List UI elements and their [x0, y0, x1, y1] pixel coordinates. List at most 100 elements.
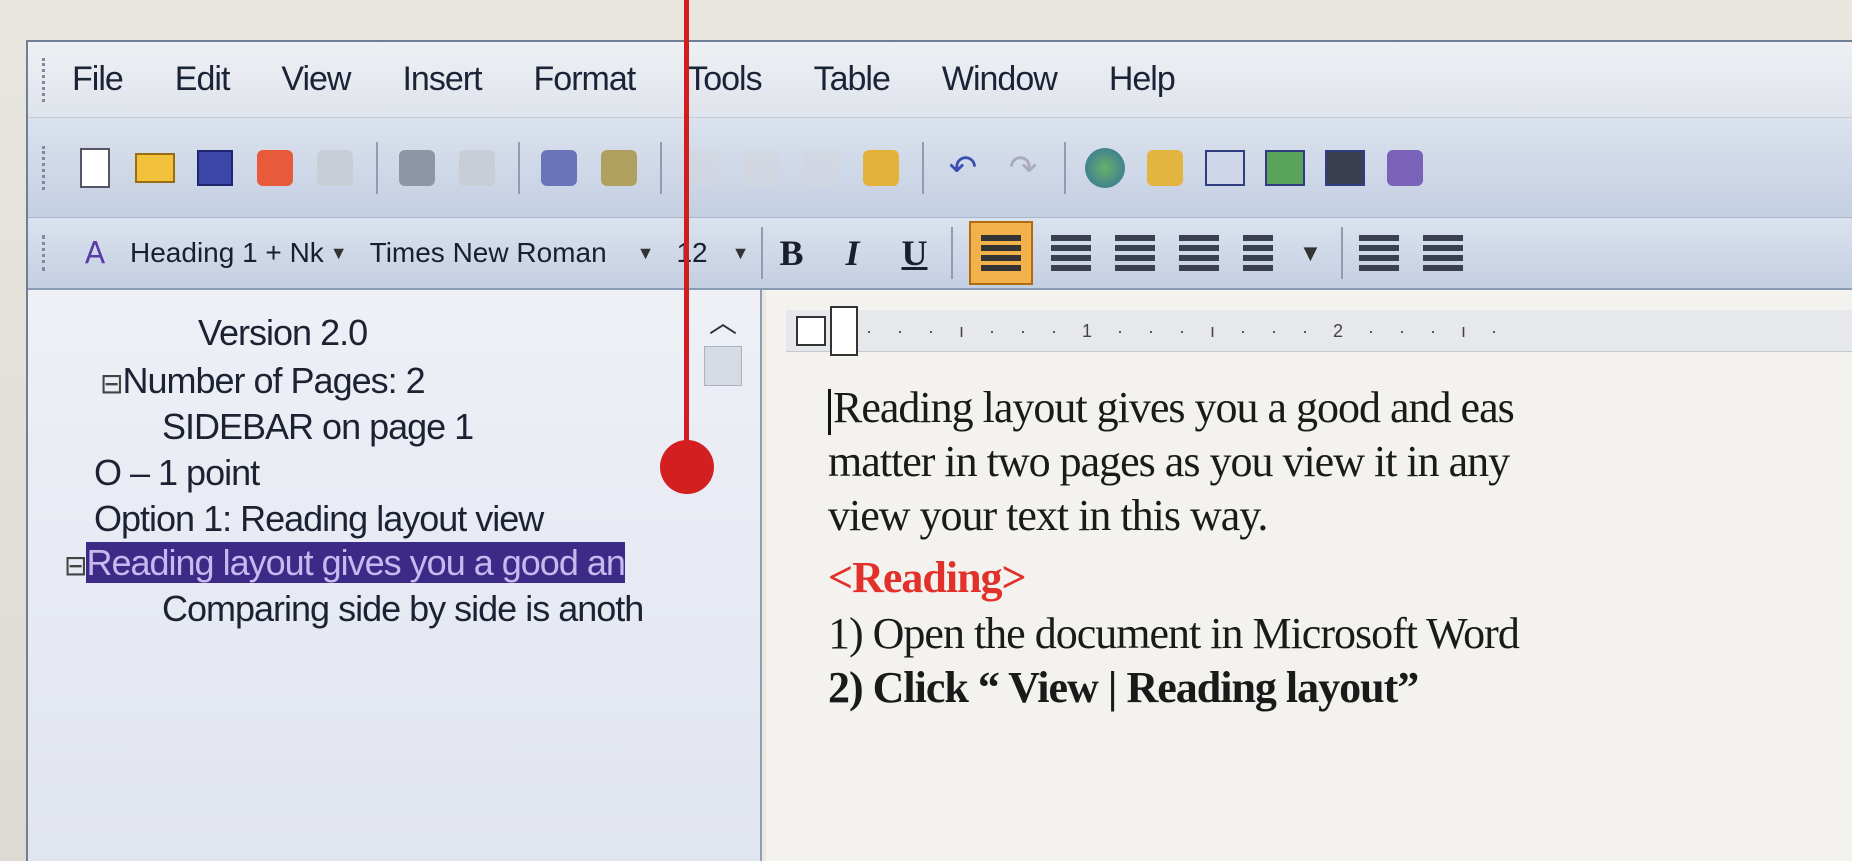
standard-toolbar-grip[interactable]	[42, 145, 48, 190]
chevron-down-icon[interactable]: ▼	[1303, 243, 1317, 264]
menu-window[interactable]: Window	[942, 60, 1058, 99]
paste-icon	[803, 149, 839, 186]
menu-help[interactable]: Help	[1109, 60, 1176, 99]
copy-button[interactable]	[738, 145, 784, 191]
permission-icon	[257, 149, 293, 186]
menu-edit[interactable]: Edit	[175, 60, 231, 99]
copy-icon	[743, 149, 779, 186]
scrollbar-thumb[interactable]	[704, 346, 742, 386]
document-line[interactable]: 2) Click “ View | Reading layout”	[828, 662, 1419, 713]
insert-table-icon	[1205, 149, 1245, 186]
open-folder-icon	[135, 152, 175, 183]
menu-tools[interactable]: Tools	[687, 60, 762, 99]
spelling-icon	[541, 149, 577, 186]
document-line[interactable]: view your text in this way.	[828, 490, 1268, 541]
font-size-value: 12	[676, 237, 708, 268]
justify-button[interactable]	[1179, 235, 1220, 271]
toolbar-separator	[1064, 141, 1066, 194]
document-line[interactable]: matter in two pages as you view it in an…	[828, 436, 1510, 487]
menu-table[interactable]: Table	[814, 60, 891, 99]
callout-pointer-line	[684, 0, 689, 466]
hyperlink-button[interactable]	[1082, 145, 1128, 191]
columns-icon	[1325, 149, 1365, 186]
formatting-toolbar: A Heading 1 + Nk ▼ Times New Roman ▼ 12 …	[28, 218, 1852, 290]
font-dropdown[interactable]: Times New Roman ▼	[362, 229, 663, 277]
undo-button[interactable]: ↶	[940, 145, 986, 191]
research-icon	[601, 149, 637, 186]
drawing-button[interactable]	[1382, 145, 1428, 191]
font-value: Times New Roman	[369, 237, 607, 268]
research-button[interactable]	[596, 145, 642, 191]
italic-button[interactable]: I	[845, 232, 859, 274]
collapse-icon[interactable]: ⊟	[100, 367, 123, 400]
toolbar-grip[interactable]	[42, 57, 48, 102]
text-cursor	[828, 388, 831, 435]
toolbar-separator	[518, 141, 520, 194]
chevron-down-icon: ▼	[636, 242, 655, 263]
reading-tag[interactable]: <Reading>	[828, 552, 1027, 603]
nav-item[interactable]: SIDEBAR on page 1	[162, 406, 474, 448]
line-spacing-button[interactable]	[1243, 235, 1274, 271]
toolbar-separator	[1341, 227, 1344, 279]
align-right-button[interactable]	[1115, 235, 1156, 271]
scroll-up-button[interactable]: ︿	[700, 298, 746, 344]
print-button[interactable]	[394, 145, 440, 191]
formatting-toolbar-grip[interactable]	[42, 235, 48, 271]
format-painter-icon	[863, 149, 899, 186]
tables-borders-button[interactable]	[1142, 145, 1188, 191]
callout-pointer-dot	[660, 440, 714, 494]
new-document-icon	[80, 147, 110, 188]
redo-button[interactable]: ↷	[1000, 145, 1046, 191]
document-line[interactable]: Reading layout gives you a good and eas	[828, 382, 1515, 435]
toolbar-separator	[660, 141, 662, 194]
print-preview-button[interactable]	[454, 145, 500, 191]
chevron-down-icon: ▼	[731, 242, 750, 263]
save-icon	[197, 149, 233, 186]
nav-item[interactable]: O – 1 point	[94, 452, 260, 494]
bullets-button[interactable]	[1423, 235, 1464, 271]
horizontal-ruler[interactable]: · · · ı · · · 1 · · · ı · · · 2 · · · ı …	[786, 306, 1852, 356]
nav-item[interactable]: ⊟Number of Pages: 2	[100, 360, 426, 402]
chevron-down-icon: ▼	[329, 242, 348, 263]
indent-marker-icon[interactable]	[830, 306, 858, 356]
style-value: Heading 1 + Nk	[130, 237, 324, 268]
center-button[interactable]	[1051, 235, 1092, 271]
menu-view[interactable]: View	[281, 60, 351, 99]
nav-item[interactable]: Comparing side by side is anoth	[162, 588, 644, 630]
nav-item[interactable]: Option 1: Reading layout view	[94, 498, 544, 540]
insert-excel-button[interactable]	[1262, 145, 1308, 191]
hyperlink-icon	[1085, 147, 1125, 188]
nav-item-selected[interactable]: ⊟Reading layout gives you a good an	[64, 542, 626, 584]
toolbar-separator	[761, 227, 764, 279]
bold-button[interactable]: B	[779, 232, 803, 274]
styles-pane-button[interactable]: A	[72, 230, 118, 276]
standard-toolbar: ↶ ↷	[28, 118, 1852, 218]
toolbar-separator	[951, 227, 954, 279]
new-document-button[interactable]	[72, 145, 118, 191]
toolbar-separator	[376, 141, 378, 194]
save-button[interactable]	[192, 145, 238, 191]
document-line[interactable]: 1) Open the document in Microsoft Word	[828, 608, 1520, 659]
spelling-button[interactable]	[536, 145, 582, 191]
insert-table-button[interactable]	[1202, 145, 1248, 191]
style-dropdown[interactable]: Heading 1 + Nk ▼	[122, 229, 356, 277]
underline-button[interactable]: U	[901, 232, 927, 274]
collapse-icon[interactable]: ⊟	[64, 549, 87, 582]
menu-file[interactable]: File	[72, 60, 124, 99]
align-left-button[interactable]	[969, 221, 1034, 285]
font-size-dropdown[interactable]: 12 ▼	[668, 229, 757, 277]
open-button[interactable]	[132, 145, 178, 191]
email-button[interactable]	[312, 145, 358, 191]
nav-item[interactable]: Version 2.0	[198, 312, 368, 354]
document-map-pane: Version 2.0 ⊟Number of Pages: 2 SIDEBAR …	[28, 290, 762, 861]
format-painter-button[interactable]	[858, 145, 904, 191]
permission-button[interactable]	[252, 145, 298, 191]
tab-selector-icon[interactable]	[796, 316, 826, 346]
word-window: File Edit View Insert Format Tools Table…	[26, 40, 1852, 861]
menu-format[interactable]: Format	[534, 60, 637, 99]
tables-borders-icon	[1147, 149, 1183, 186]
numbering-button[interactable]	[1359, 235, 1400, 271]
paste-button[interactable]	[798, 145, 844, 191]
columns-button[interactable]	[1322, 145, 1368, 191]
menu-insert[interactable]: Insert	[402, 60, 482, 99]
